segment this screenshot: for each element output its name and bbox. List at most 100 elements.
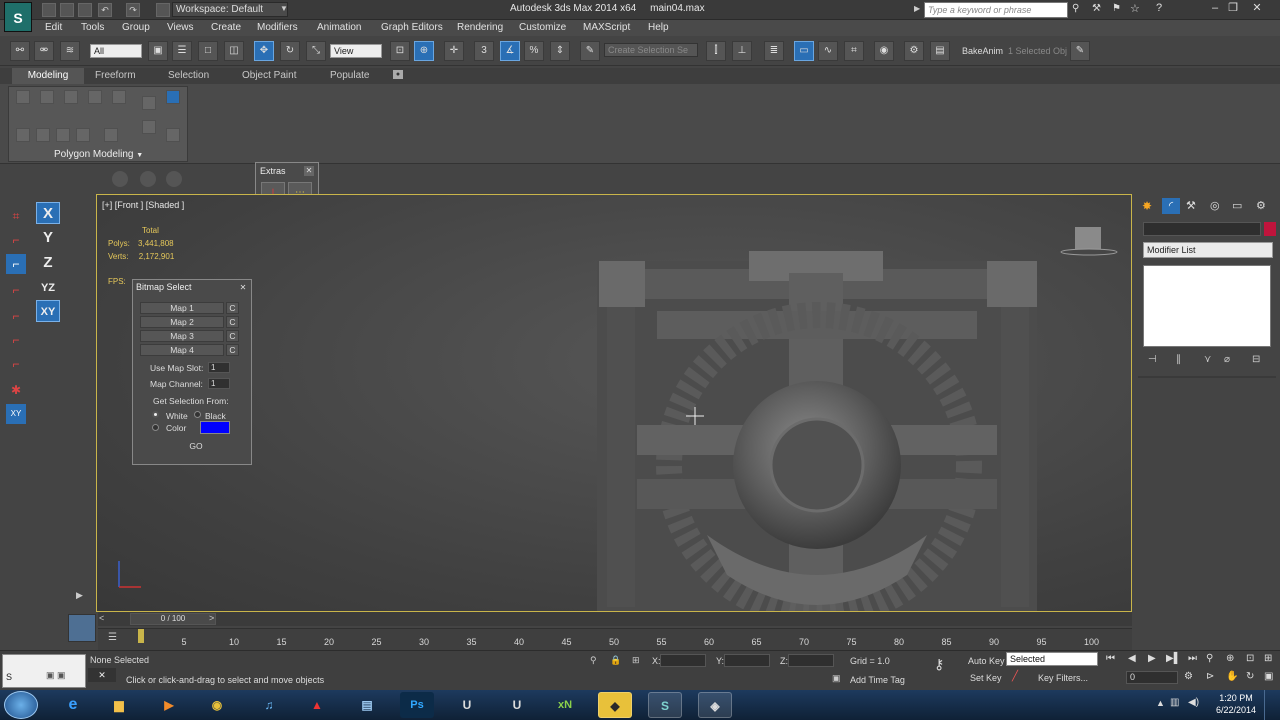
snap-tool-6-icon[interactable]: ⌐ xyxy=(6,354,26,374)
flash-icon[interactable]: ▲ xyxy=(300,692,334,718)
use-map-slot-spinner[interactable]: 1 xyxy=(208,362,230,373)
unreal-icon[interactable]: U xyxy=(500,692,534,718)
photoshop-icon[interactable]: Ps xyxy=(400,692,434,718)
udk-icon[interactable]: U xyxy=(450,692,484,718)
snap-tool-2-icon[interactable]: ⌐ xyxy=(6,254,26,274)
edit-named-selection-icon[interactable]: ✎ xyxy=(580,41,600,61)
viewport-label[interactable]: [+] [Front ] [Shaded ] xyxy=(102,200,184,210)
time-marker[interactable] xyxy=(138,629,144,643)
sphere-1-icon[interactable] xyxy=(112,171,128,187)
menu-maxscript[interactable]: MAXScript xyxy=(583,22,630,33)
set-key-button[interactable]: Set Key xyxy=(970,673,1002,683)
link-icon[interactable]: ⚯ xyxy=(10,41,30,61)
orbit-icon[interactable]: ↻ xyxy=(1246,671,1254,682)
goto-end-icon[interactable]: ⏭ xyxy=(1188,653,1197,664)
toggle-command-panel-icon[interactable] xyxy=(56,128,70,142)
bind-space-warp-icon[interactable]: ≋ xyxy=(60,41,80,61)
sphere-3-icon[interactable] xyxy=(166,171,182,187)
collapse-stack-icon[interactable] xyxy=(76,128,90,142)
map-channel-spinner[interactable]: 1 xyxy=(208,378,230,389)
snap-tool-1-icon[interactable]: ⌐ xyxy=(6,230,26,250)
y-coordinate-field[interactable] xyxy=(724,654,770,667)
set-key-mode-icon[interactable]: ╱ xyxy=(1012,671,1018,682)
reference-coordinate-dropdown[interactable]: View xyxy=(330,44,382,58)
tab-freeform[interactable]: Freeform xyxy=(95,70,136,81)
track-bar-menu-icon[interactable]: ☰ xyxy=(108,632,117,643)
pin-stack-icon[interactable] xyxy=(166,90,180,104)
white-radio[interactable] xyxy=(152,411,159,418)
xnormal-icon[interactable]: xN xyxy=(548,692,582,718)
menu-edit[interactable]: Edit xyxy=(45,22,62,33)
tool-app-icon[interactable]: ◈ xyxy=(698,692,732,718)
make-unique-icon[interactable]: ⋎ xyxy=(1204,354,1211,365)
show-end-result-icon[interactable]: ∥ xyxy=(1176,354,1181,365)
expand-panel-icon[interactable]: ▶ xyxy=(76,590,83,601)
media-player-icon[interactable]: ▶ xyxy=(152,692,186,718)
file-explorer-icon[interactable]: ▆ xyxy=(102,692,136,718)
view-gizmo-icon[interactable] xyxy=(1060,227,1118,256)
border-icon[interactable] xyxy=(64,90,78,104)
keyboard-shortcut-icon[interactable]: ✛ xyxy=(444,41,464,61)
snap-tool-xy-icon[interactable]: XY xyxy=(6,404,26,424)
project-folder-icon[interactable] xyxy=(156,3,170,17)
axis-z-button[interactable]: Z xyxy=(36,252,60,274)
zoom-all-icon[interactable]: ⊕ xyxy=(1226,653,1234,664)
rectangular-selection-icon[interactable]: □ xyxy=(198,41,218,61)
align-icon[interactable]: ⊥ xyxy=(732,41,752,61)
internet-explorer-icon[interactable]: e xyxy=(56,692,90,718)
key-mode-dropdown[interactable]: Selected xyxy=(1006,652,1098,666)
chevron-right-icon[interactable]: ▶ xyxy=(914,4,920,13)
map-4-clear-button[interactable]: C xyxy=(226,344,239,356)
menu-animation[interactable]: Animation xyxy=(317,22,361,33)
select-object-icon[interactable]: ▣ xyxy=(148,41,168,61)
next-frame-icon[interactable]: ▶▌ xyxy=(1166,653,1181,664)
help-icon[interactable]: ? xyxy=(1156,2,1162,14)
graphite-toggle-icon[interactable]: ▭ xyxy=(794,41,814,61)
map-2-clear-button[interactable]: C xyxy=(226,316,239,328)
maxscript-listener[interactable] xyxy=(2,654,86,688)
clock[interactable]: 1:20 PM 6/22/2014 xyxy=(1216,692,1256,716)
map-2-button[interactable]: Map 2 xyxy=(140,316,224,328)
unlink-icon[interactable]: ⚮ xyxy=(34,41,54,61)
zoom-icon[interactable]: ⚲ xyxy=(1206,653,1213,664)
go-button[interactable]: GO xyxy=(184,441,208,451)
lock-icon[interactable]: 🔒 xyxy=(610,655,621,666)
pivot-center-icon[interactable]: ⊡ xyxy=(390,41,410,61)
color-radio[interactable] xyxy=(152,424,159,431)
render-frame-icon[interactable]: ▤ xyxy=(930,41,950,61)
close-icon[interactable]: ✕ xyxy=(1250,2,1264,16)
menu-graph-editors[interactable]: Graph Editors xyxy=(381,22,443,33)
menu-customize[interactable]: Customize xyxy=(519,22,566,33)
menu-group[interactable]: Group xyxy=(122,22,150,33)
subscription-icon[interactable]: ⚑ xyxy=(1112,3,1121,14)
map-4-button[interactable]: Map 4 xyxy=(140,344,224,356)
start-button-icon[interactable] xyxy=(4,691,38,719)
extras-close-icon[interactable]: ✕ xyxy=(304,166,314,176)
sketch-app-icon[interactable]: ◆ xyxy=(598,692,632,718)
axis-xy-button[interactable]: XY xyxy=(36,300,60,322)
mini-listener-icon[interactable] xyxy=(68,614,96,642)
listener-close-icon[interactable]: ✕ xyxy=(88,668,116,682)
save-file-icon[interactable] xyxy=(78,3,92,17)
x-coordinate-field[interactable] xyxy=(660,654,706,667)
angle-snap-icon[interactable]: ∡ xyxy=(500,41,520,61)
goto-start-icon[interactable]: ⏮ xyxy=(1106,653,1115,664)
configure-sets-icon[interactable]: ⊟ xyxy=(1252,354,1260,365)
tab-populate[interactable]: Populate xyxy=(330,70,369,81)
open-file-icon[interactable] xyxy=(60,3,74,17)
3ds-max-taskbar-icon[interactable]: S xyxy=(648,692,682,718)
material-editor-icon[interactable]: ◉ xyxy=(874,41,894,61)
zoom-extents-icon[interactable]: ⊡ xyxy=(1246,653,1254,664)
edge-icon[interactable] xyxy=(40,90,54,104)
ribbon-group-label[interactable]: Polygon Modeling ▼ xyxy=(54,149,143,160)
display-tab-icon[interactable]: ▭ xyxy=(1232,199,1242,212)
ribbon-options-icon[interactable]: ● xyxy=(393,70,403,79)
render-setup-icon[interactable]: ⚙ xyxy=(904,41,924,61)
generate-topology-icon[interactable] xyxy=(104,128,118,142)
sphere-2-icon[interactable] xyxy=(140,171,156,187)
selection-filter-dropdown[interactable]: All xyxy=(90,44,142,58)
mechanical-object-model[interactable] xyxy=(597,251,1037,611)
object-name-field[interactable] xyxy=(1143,222,1261,236)
tools-icon[interactable]: ⚒ xyxy=(1092,3,1101,14)
network-icon[interactable]: ▥ xyxy=(1170,697,1179,708)
